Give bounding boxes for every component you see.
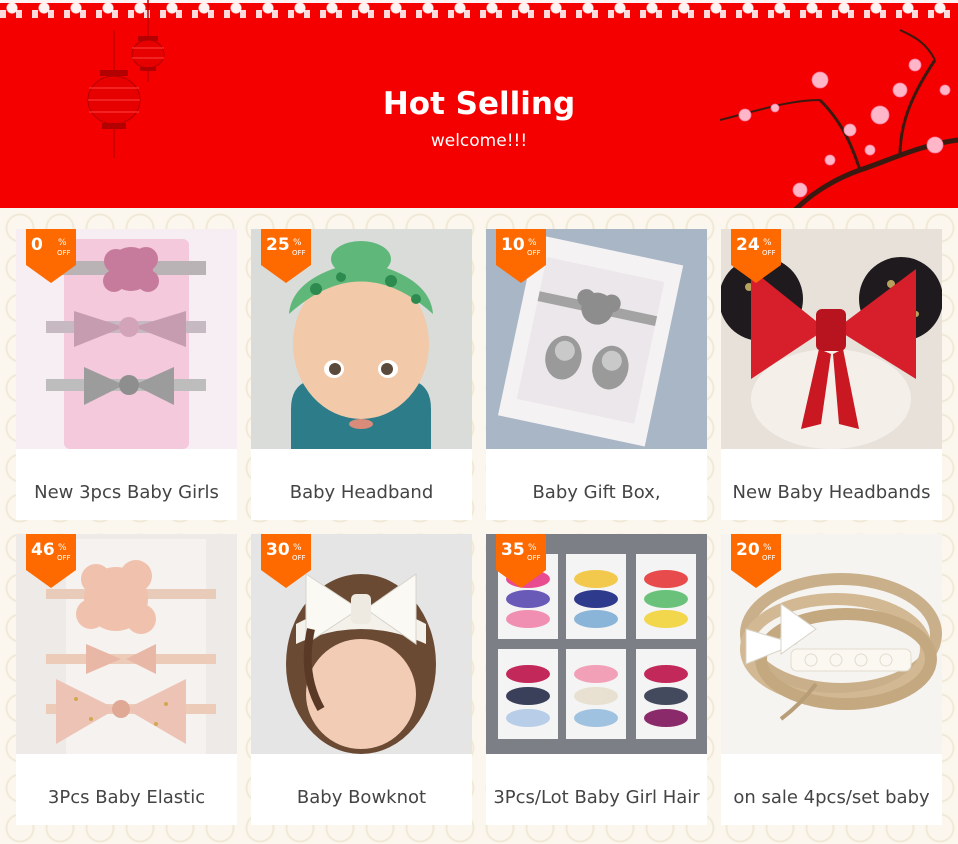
product-card[interactable]: 46 % OFF 3Pcs Baby Elastic (16, 534, 237, 825)
discount-value: 20 (736, 540, 760, 560)
discount-value: 25 (266, 235, 290, 255)
off-label: OFF (762, 554, 776, 562)
off-label: OFF (57, 554, 71, 562)
percent-symbol: % (763, 543, 772, 553)
discount-badge: 46 % OFF (26, 534, 76, 588)
discount-badge: 30 % OFF (261, 534, 311, 588)
off-label: OFF (527, 249, 541, 257)
discount-badge: 25 % OFF (261, 229, 311, 283)
product-title[interactable]: New 3pcs Baby Girls (16, 482, 237, 503)
discount-value: 10 (501, 235, 525, 255)
percent-symbol: % (58, 238, 67, 248)
percent-symbol: % (58, 543, 67, 553)
discount-badge: 10 % OFF (496, 229, 546, 283)
product-card[interactable]: 35 % OFF 3Pcs/Lot Baby Girl Hair (486, 534, 707, 825)
product-card[interactable]: 24 % OFF New Baby Headbands (721, 229, 942, 520)
product-card[interactable]: 25 % OFF Baby Headband (251, 229, 472, 520)
off-label: OFF (57, 249, 71, 257)
discount-value: 24 (736, 235, 760, 255)
percent-symbol: % (528, 238, 537, 248)
percent-symbol: % (763, 238, 772, 248)
discount-badge: 35 % OFF (496, 534, 546, 588)
off-label: OFF (292, 554, 306, 562)
product-title[interactable]: 3Pcs/Lot Baby Girl Hair (486, 787, 707, 808)
product-title[interactable]: on sale 4pcs/set baby (721, 787, 942, 808)
product-title[interactable]: Baby Gift Box, (486, 482, 707, 503)
percent-symbol: % (293, 238, 302, 248)
off-label: OFF (762, 249, 776, 257)
product-title[interactable]: Baby Headband (251, 482, 472, 503)
off-label: OFF (292, 249, 306, 257)
product-card[interactable]: 20 % OFF on sale 4pcs/set baby (721, 534, 942, 825)
product-card[interactable]: 0 % OFF New 3pcs Baby Girls (16, 229, 237, 520)
discount-value: 0 (31, 235, 43, 255)
product-title[interactable]: Baby Bowknot (251, 787, 472, 808)
product-title[interactable]: 3Pcs Baby Elastic (16, 787, 237, 808)
percent-symbol: % (293, 543, 302, 553)
discount-value: 46 (31, 540, 55, 560)
product-title[interactable]: New Baby Headbands (721, 482, 942, 503)
discount-badge: 24 % OFF (731, 229, 781, 283)
discount-badge: 0 % OFF (26, 229, 76, 283)
product-card[interactable]: 30 % OFF Baby Bowknot (251, 534, 472, 825)
discount-badge: 20 % OFF (731, 534, 781, 588)
off-label: OFF (527, 554, 541, 562)
discount-value: 30 (266, 540, 290, 560)
hot-selling-banner: Hot Selling welcome!!! (0, 0, 958, 208)
plum-blossom-decoration (700, 20, 958, 208)
discount-value: 35 (501, 540, 525, 560)
percent-symbol: % (528, 543, 537, 553)
product-card[interactable]: 10 % OFF Baby Gift Box, (486, 229, 707, 520)
plum-blossom-icon (719, 29, 958, 208)
